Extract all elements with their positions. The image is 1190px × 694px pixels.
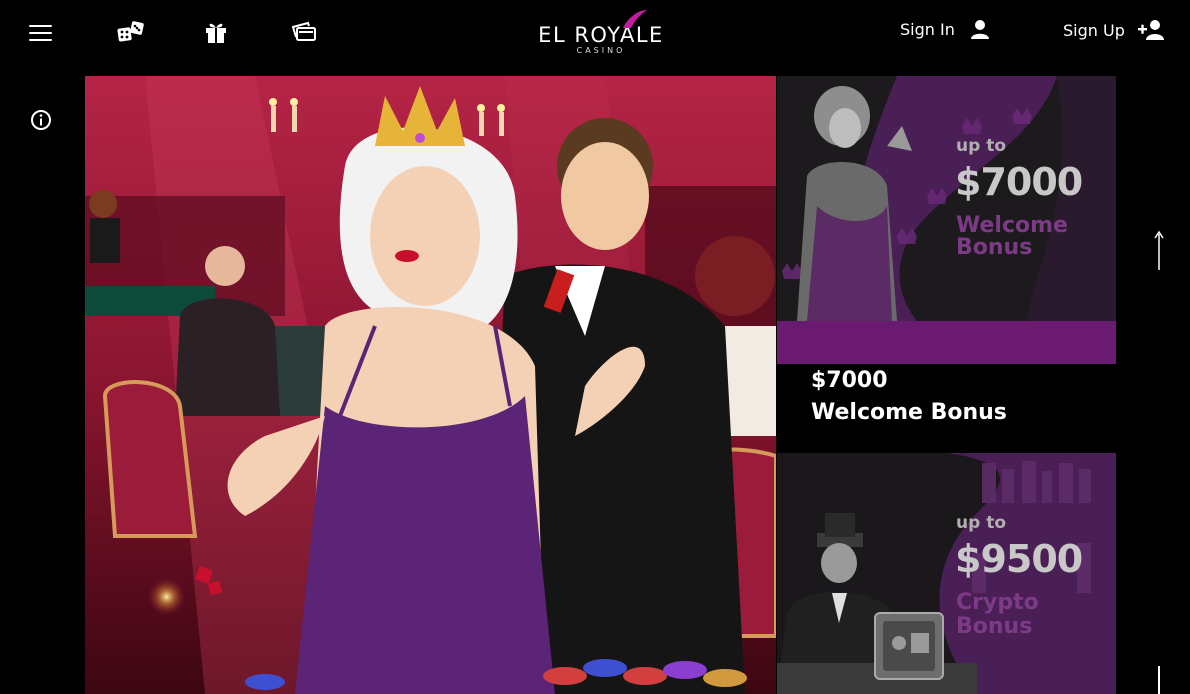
- logo-sub-text: CASINO: [576, 46, 626, 55]
- sign-in-button[interactable]: Sign In: [900, 18, 993, 40]
- promo-card-crypto-bonus[interactable]: up to $9500 Crypto Bonus: [777, 453, 1116, 694]
- promo-art-amount: $7000: [955, 160, 1083, 204]
- promo-art-label-1: Crypto: [956, 590, 1039, 615]
- info-icon[interactable]: [30, 109, 52, 131]
- add-user-icon: [1137, 20, 1164, 40]
- logo-main-text: EL ROYALE: [538, 23, 664, 47]
- scroll-up-arrow-icon[interactable]: [1153, 230, 1165, 272]
- promo-title-amount: $7000: [811, 368, 888, 393]
- cards-icon[interactable]: [286, 14, 322, 50]
- promo-art-label-2: Bonus: [956, 235, 1033, 260]
- page: EL ROYALE CASINO Sign In Sign Up up to $…: [0, 0, 1190, 694]
- sign-up-label: Sign Up: [1063, 20, 1125, 40]
- sign-up-button[interactable]: Sign Up: [1063, 18, 1167, 42]
- promo-title-name: Welcome Bonus: [811, 400, 1007, 425]
- promo-card-welcome-bonus[interactable]: up to $7000 Welcome Bonus $7000 Welcome …: [777, 76, 1116, 452]
- promo-art-amount: $9500: [955, 537, 1083, 581]
- promo-accent-bar: [777, 321, 1116, 364]
- promo-art-label-2: Bonus: [956, 614, 1033, 639]
- hamburger-menu-icon[interactable]: [23, 14, 59, 50]
- promo-art-upto: up to: [956, 513, 1006, 533]
- sign-in-label: Sign In: [900, 19, 955, 39]
- dice-icon[interactable]: [113, 14, 149, 50]
- promo-art-upto: up to: [956, 136, 1006, 156]
- promo-art-crypto: up to $9500 Crypto Bonus: [777, 453, 1116, 694]
- promo-title: $7000 Welcome Bonus: [777, 364, 1116, 430]
- scroll-indicator-line[interactable]: [1158, 666, 1160, 694]
- top-header: EL ROYALE CASINO Sign In Sign Up: [0, 0, 1190, 66]
- casino-logo[interactable]: EL ROYALE CASINO: [526, 8, 676, 60]
- hero-banner-image[interactable]: [85, 76, 776, 694]
- promo-art-welcome: up to $7000 Welcome Bonus: [777, 76, 1116, 321]
- user-icon: [970, 20, 989, 39]
- gift-icon[interactable]: [198, 14, 234, 50]
